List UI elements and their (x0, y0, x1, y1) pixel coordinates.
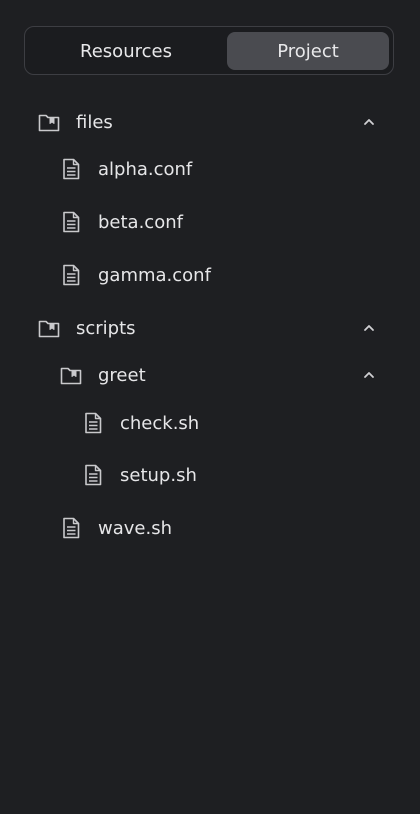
tree-file-check-sh[interactable]: check.sh (82, 403, 199, 443)
view-switcher: Resources Project (24, 26, 394, 75)
tab-project[interactable]: Project (227, 32, 389, 70)
file-label: check.sh (120, 412, 200, 434)
folder-label: files (76, 111, 113, 133)
file-icon (82, 464, 104, 486)
file-label: wave.sh (98, 517, 172, 539)
tree-file-wave-sh[interactable]: wave.sh (60, 508, 172, 548)
tree-file-gamma-conf[interactable]: gamma.conf (60, 255, 211, 295)
chevron-up-icon[interactable] (362, 321, 376, 335)
file-label: gamma.conf (98, 264, 211, 286)
chevron-up-icon[interactable] (362, 115, 376, 129)
folder-icon (60, 364, 82, 386)
file-icon (82, 412, 104, 434)
tree-folder-scripts[interactable]: scripts (38, 308, 136, 348)
folder-icon (38, 317, 60, 339)
folder-icon (38, 111, 60, 133)
tree-folder-greet[interactable]: greet (60, 355, 146, 395)
file-icon (60, 158, 82, 180)
file-label: alpha.conf (98, 158, 193, 180)
file-icon (60, 517, 82, 539)
tree-file-setup-sh[interactable]: setup.sh (82, 455, 197, 495)
tree-file-beta-conf[interactable]: beta.conf (60, 202, 183, 242)
folder-label: scripts (76, 317, 136, 339)
chevron-up-icon[interactable] (362, 368, 376, 382)
file-label: beta.conf (98, 211, 183, 233)
tab-resources[interactable]: Resources (30, 32, 222, 70)
file-icon (60, 264, 82, 286)
file-icon (60, 211, 82, 233)
folder-label: greet (98, 364, 146, 386)
tree-folder-files[interactable]: files (38, 102, 113, 142)
file-label: setup.sh (120, 464, 197, 486)
tree-file-alpha-conf[interactable]: alpha.conf (60, 149, 192, 189)
